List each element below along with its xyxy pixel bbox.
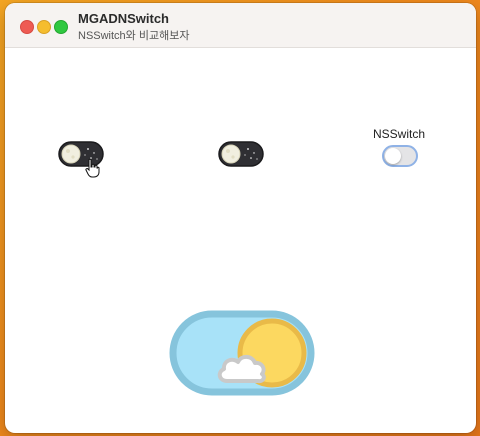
nsswitch-label: NSSwitch bbox=[373, 127, 426, 141]
moon-with-stars-icon bbox=[218, 141, 264, 167]
nsswitch-toggle[interactable] bbox=[382, 145, 418, 167]
app-window: MGADNSwitch NSSwitch와 비교해보자 NSSwitch bbox=[5, 3, 476, 433]
content-area: NSSwitch bbox=[5, 48, 476, 433]
sun-with-cloud-icon bbox=[169, 310, 315, 396]
window-title: MGADNSwitch bbox=[78, 11, 169, 26]
window-subtitle: NSSwitch와 비교해보자 bbox=[78, 30, 190, 42]
minimize-window-button[interactable] bbox=[37, 20, 51, 34]
close-window-button[interactable] bbox=[20, 20, 34, 34]
title-bar: MGADNSwitch NSSwitch와 비교해보자 bbox=[5, 3, 476, 48]
nsswitch-knob bbox=[385, 148, 401, 164]
zoom-window-button[interactable] bbox=[54, 20, 68, 34]
day-switch-large[interactable] bbox=[169, 310, 315, 396]
hand-pointer-icon bbox=[85, 158, 100, 178]
night-switch-2[interactable] bbox=[218, 141, 264, 167]
